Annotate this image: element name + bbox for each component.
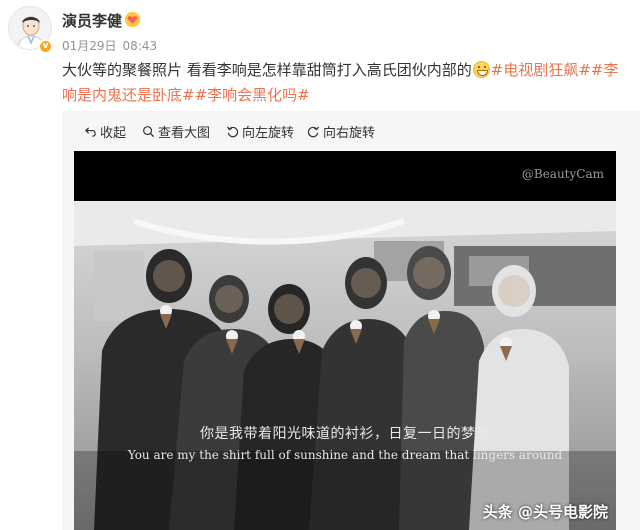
- rotate-right-label: 向右旋转: [323, 126, 376, 141]
- beautycam-watermark: @BeautyCam: [521, 167, 604, 181]
- post-text: 大伙等的聚餐照片 看看李响是怎样靠甜筒打入高氏团伙内部的 #电视剧狂飙##李响是内…: [62, 58, 632, 108]
- subtitle-chinese: 你是我带着阳光味道的衬衫，日复一日的梦想: [200, 426, 490, 442]
- verified-badge: v: [38, 39, 53, 54]
- post-meta: 01月29日 08:43: [62, 37, 163, 54]
- grin-emoji-icon: [472, 61, 490, 78]
- post-photo[interactable]: @BeautyCam 你是我带着阳光味道的衬衫，日复一日的梦想 You are …: [74, 151, 616, 530]
- rotate-right-icon: [307, 126, 320, 138]
- subtitle-english: You are my the shirt full of sunshine an…: [127, 448, 563, 462]
- post-text-main: 大伙等的聚餐照片 看看李响是怎样靠甜筒打入高氏团伙内部的: [62, 61, 472, 79]
- vip-heart-icon[interactable]: [124, 11, 141, 28]
- author-name[interactable]: 演员李健: [62, 10, 122, 31]
- post-time[interactable]: 08:43: [123, 39, 158, 53]
- post-date[interactable]: 01月29日: [62, 39, 117, 53]
- hashtag-kuangbiao[interactable]: #电视剧狂飙#: [491, 61, 591, 79]
- image-toolbar: 收起 查看大图 向左旋转 向右旋转: [62, 111, 640, 151]
- collapse-label: 收起: [100, 126, 127, 141]
- rotate-left-icon: [226, 126, 239, 138]
- source-watermark: 头条 @头号电影院: [482, 503, 608, 521]
- view-large-button[interactable]: 查看大图: [142, 122, 210, 141]
- rotate-left-button[interactable]: 向左旋转: [226, 122, 294, 141]
- group-photo-image: [74, 151, 616, 530]
- rotate-left-label: 向左旋转: [242, 126, 295, 141]
- collapse-button[interactable]: 收起: [84, 122, 126, 141]
- media-panel: 收起 查看大图 向左旋转 向右旋转 @BeautyCam 你是我带着阳光味道的衬…: [62, 111, 640, 530]
- rotate-right-button[interactable]: 向右旋转: [307, 122, 375, 141]
- hashtag-lixiang-dark[interactable]: #李响会黑化吗#: [195, 86, 310, 104]
- return-arrow-icon: [85, 127, 96, 137]
- search-icon: [143, 126, 155, 138]
- view-large-label: 查看大图: [158, 126, 211, 141]
